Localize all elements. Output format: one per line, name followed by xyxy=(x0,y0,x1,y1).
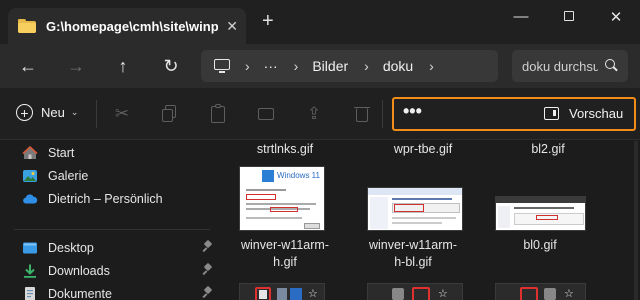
breadcrumb-chevron-icon[interactable]: › xyxy=(364,58,369,74)
new-button[interactable]: + Neu ⌄ xyxy=(16,104,78,121)
thumbnail-winver-w11arm-h[interactable]: Windows 11 xyxy=(239,166,325,231)
tab-title: G:\homepage\cmh\site\winpro xyxy=(46,18,219,34)
file-name-line[interactable]: winver-w11arm- xyxy=(230,238,340,253)
sidebar-item-label: Start xyxy=(48,146,75,160)
thumbnail-partial[interactable]: ☆ xyxy=(367,283,463,300)
divider xyxy=(96,100,97,128)
breadcrumb-chevron-icon[interactable]: › xyxy=(429,58,434,74)
thumbnail-bl0[interactable] xyxy=(495,196,586,231)
pin-icon xyxy=(202,262,213,275)
preview-pane-button[interactable]: Vorschau xyxy=(544,106,623,121)
navigation-bar: ← → ↑ ↻ › ··· › Bilder › doku › doku dur… xyxy=(0,44,640,88)
close-window-button[interactable]: ✕ xyxy=(604,8,628,26)
sidebar-item-onedrive-personal[interactable]: Dietrich – Persönlich xyxy=(22,189,218,209)
sidebar-item-label: Dokumente xyxy=(48,287,112,300)
folder-icon xyxy=(18,19,36,33)
home-icon xyxy=(22,145,38,161)
sidebar-item-dokumente[interactable]: Dokumente xyxy=(22,284,218,300)
file-name-line[interactable]: bl0.gif xyxy=(485,238,595,253)
highlighted-toolbar-region: ••• Vorschau xyxy=(392,97,636,131)
breadcrumb-item-doku[interactable]: doku xyxy=(383,58,413,74)
file-name-line[interactable]: h-bl.gif xyxy=(358,255,468,270)
preview-label: Vorschau xyxy=(569,106,624,121)
sidebar-item-label: Galerie xyxy=(48,169,89,183)
pin-icon xyxy=(202,285,213,298)
chevron-down-icon: ⌄ xyxy=(70,107,79,117)
delete-icon[interactable] xyxy=(351,103,373,125)
plus-icon: + xyxy=(16,104,33,121)
new-button-label: Neu xyxy=(41,105,65,120)
breadcrumb-chevron-icon[interactable]: › xyxy=(294,58,299,74)
sidebar-item-label: Desktop xyxy=(48,241,94,255)
documents-icon xyxy=(22,286,38,300)
cut-icon[interactable]: ✂ xyxy=(111,103,133,125)
explorer-tab[interactable]: G:\homepage\cmh\site\winpro ✕ xyxy=(8,8,246,44)
pin-icon xyxy=(202,239,213,252)
thumbnail-partial[interactable]: ☆ xyxy=(495,283,586,300)
file-name[interactable]: strtlnks.gif xyxy=(230,142,340,157)
sidebar-item-downloads[interactable]: Downloads xyxy=(22,261,218,281)
windows-logo-icon xyxy=(262,170,274,182)
new-tab-button[interactable]: + xyxy=(262,10,274,33)
rename-icon[interactable] xyxy=(255,103,277,125)
search-input[interactable]: doku durchsuchen xyxy=(522,59,598,74)
download-icon xyxy=(22,263,38,279)
minimize-button[interactable]: — xyxy=(509,8,533,25)
breadcrumb-item-bilder[interactable]: Bilder xyxy=(312,58,348,74)
see-more-button[interactable]: ••• xyxy=(403,101,422,122)
file-list: strtlnks.gif wpr-tbe.gif bl2.gif Windows… xyxy=(226,141,640,300)
sidebar-item-label: Dietrich – Persönlich xyxy=(48,192,163,206)
thumbnail-partial[interactable]: ☆ xyxy=(239,283,325,300)
preview-pane-icon xyxy=(544,107,559,120)
file-name[interactable]: bl2.gif xyxy=(493,142,603,157)
vertical-scrollbar[interactable] xyxy=(634,141,638,300)
desktop-icon xyxy=(22,240,38,256)
sidebar-item-desktop[interactable]: Desktop xyxy=(22,238,218,258)
up-button[interactable]: ↑ xyxy=(110,53,136,79)
sidebar-item-start[interactable]: Start xyxy=(22,143,218,163)
file-name-line[interactable]: winver-w11arm- xyxy=(358,238,468,253)
file-name-line[interactable]: h.gif xyxy=(230,255,340,270)
back-button[interactable]: ← xyxy=(15,53,41,79)
thumbnail-winver-w11arm-h-bl[interactable] xyxy=(367,187,463,231)
thumbnail-caption: Windows 11 xyxy=(277,171,320,180)
divider xyxy=(382,100,383,128)
search-icon[interactable] xyxy=(605,59,618,72)
breadcrumb-overflow[interactable]: ··· xyxy=(264,58,278,74)
breadcrumb-chevron-icon[interactable]: › xyxy=(245,58,250,74)
forward-button[interactable]: → xyxy=(63,53,89,79)
computer-icon xyxy=(213,59,231,73)
sidebar-divider xyxy=(14,229,210,230)
address-bar[interactable]: › ··· › Bilder › doku › xyxy=(201,50,498,82)
copy-icon[interactable] xyxy=(159,103,181,125)
share-icon[interactable]: ⇪ xyxy=(303,103,325,125)
search-box[interactable]: doku durchsuchen xyxy=(512,50,628,82)
file-name[interactable]: wpr-tbe.gif xyxy=(368,142,478,157)
sidebar-item-galerie[interactable]: Galerie xyxy=(22,166,218,186)
maximize-icon xyxy=(564,11,574,21)
title-bar: G:\homepage\cmh\site\winpro ✕ + — ✕ xyxy=(0,0,640,44)
gallery-icon xyxy=(22,168,38,184)
refresh-button[interactable]: ↻ xyxy=(158,53,184,79)
onedrive-cloud-icon xyxy=(22,191,38,207)
navigation-pane: Start Galerie Dietrich – Persönlich Desk… xyxy=(0,141,225,300)
sidebar-item-label: Downloads xyxy=(48,264,110,278)
tab-close-icon[interactable]: ✕ xyxy=(226,18,238,35)
maximize-button[interactable] xyxy=(557,8,581,25)
paste-icon[interactable] xyxy=(207,103,229,125)
